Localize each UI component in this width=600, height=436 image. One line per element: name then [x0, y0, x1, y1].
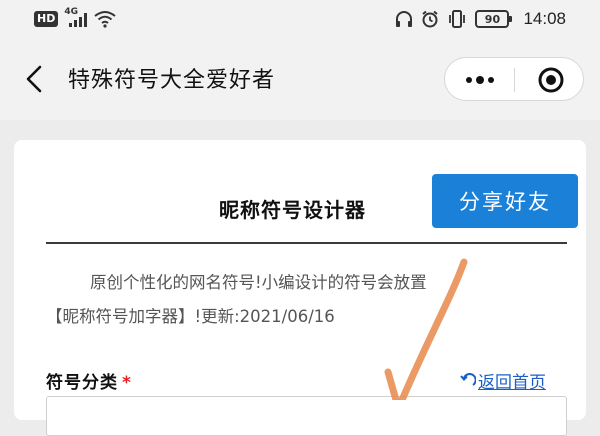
back-arrow-icon[interactable] [22, 64, 48, 94]
close-target-icon[interactable] [537, 66, 565, 94]
status-left: HD 4G [34, 7, 116, 28]
share-friends-button[interactable]: 分享好友 [432, 174, 578, 228]
headphone-icon [396, 11, 413, 27]
nav-bar: 特殊符号大全爱好者 [0, 40, 600, 120]
category-label-text: 符号分类 [46, 373, 118, 393]
intro-text: 原创个性化的网名符号!小编设计的符号会放置 【昵称符号加字器】!更新:2021/… [46, 266, 566, 334]
status-time: 14:08 [523, 9, 566, 28]
back-home-link[interactable]: 返回首页 [460, 368, 546, 393]
content-card: 昵称符号设计器 分享好友 原创个性化的网名符号!小编设计的符号会放置 【昵称符号… [14, 140, 586, 436]
status-bar: HD 4G 90 14:08 [0, 0, 600, 40]
category-select[interactable] [46, 396, 567, 436]
mini-program-capsule [444, 57, 584, 101]
page-title: 昵称符号设计器 [219, 198, 366, 222]
wifi-icon [94, 11, 116, 28]
more-dots-icon[interactable] [463, 70, 497, 90]
category-field-label: 符号分类 * [46, 368, 132, 393]
header-divider [46, 242, 567, 244]
nav-title: 特殊符号大全爱好者 [68, 68, 276, 93]
intro-line-1: 原创个性化的网名符号!小编设计的符号会放置 [90, 273, 427, 292]
hd-badge: HD [34, 11, 59, 27]
vibrate-icon [449, 10, 466, 28]
required-mark: * [122, 373, 132, 393]
back-home-label: 返回首页 [478, 373, 546, 393]
return-arrow-icon [460, 372, 476, 386]
battery-icon: 90 [475, 10, 513, 28]
capsule-divider [514, 68, 515, 92]
intro-line-2: 【昵称符号加字器】!更新:2021/06/16 [46, 307, 335, 326]
status-right: 90 14:08 [395, 9, 566, 29]
alarm-icon [422, 10, 439, 28]
signal-icon: 4G [64, 7, 88, 28]
